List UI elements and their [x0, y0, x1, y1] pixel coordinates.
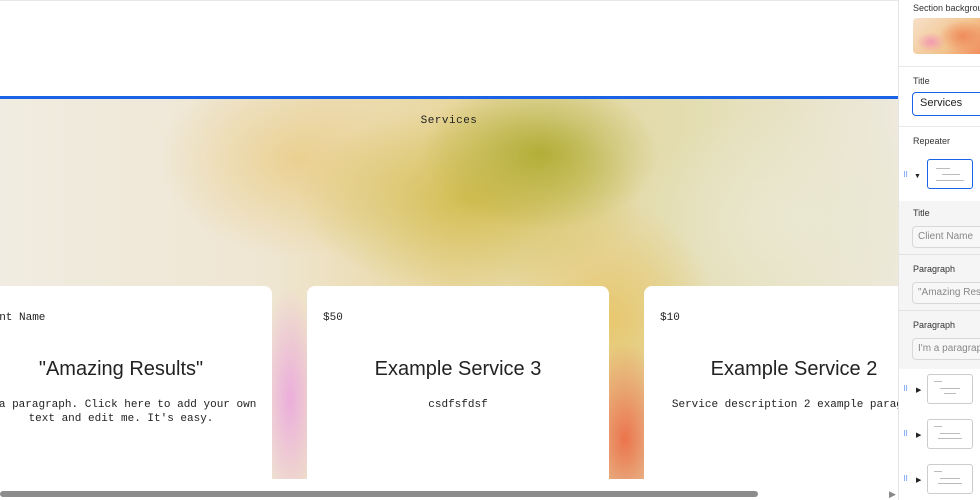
paragraph-input[interactable]: "Amazing Resu — [912, 282, 980, 304]
card-title[interactable]: Example Service 2 — [644, 358, 898, 381]
repeater-label: Repeater — [913, 136, 951, 146]
previous-section[interactable] — [0, 0, 898, 98]
scroll-right-arrow-icon[interactable]: ▶ — [889, 489, 896, 500]
repeater-item-thumbnail[interactable] — [927, 374, 973, 404]
editor-canvas[interactable]: Services ient Name "Amazing Results" m a… — [0, 0, 898, 500]
divider — [899, 310, 980, 311]
item-title-label: Title — [913, 208, 930, 218]
drag-handle-icon[interactable]: ⠿ — [903, 385, 908, 393]
paragraph-label: Paragraph — [913, 320, 956, 330]
drag-handle-icon[interactable]: ⠿ — [903, 171, 908, 179]
item-title-input[interactable]: Client Name — [912, 226, 980, 248]
card-price[interactable]: ient Name — [0, 312, 45, 324]
card-title[interactable]: "Amazing Results" — [0, 358, 272, 381]
caret-right-icon[interactable]: ▶ — [916, 476, 921, 484]
repeater-item-thumbnail[interactable] — [927, 419, 973, 449]
services-section[interactable]: Services ient Name "Amazing Results" m a… — [0, 99, 898, 479]
caret-right-icon[interactable]: ▶ — [916, 386, 921, 394]
divider — [899, 254, 980, 255]
repeater-item-editor: Title Client Name Paragraph "Amazing Res… — [899, 201, 980, 369]
service-card[interactable]: $10 Example Service 2 Service descriptio… — [644, 286, 898, 479]
repeater-item-thumbnail[interactable] — [927, 464, 973, 494]
drag-handle-icon[interactable]: ⠿ — [903, 430, 908, 438]
caret-right-icon[interactable]: ▶ — [916, 431, 921, 439]
title-input[interactable]: Services — [912, 92, 980, 116]
service-card[interactable]: ient Name "Amazing Results" m a paragrap… — [0, 286, 272, 479]
drag-handle-icon[interactable]: ⠿ — [903, 475, 908, 483]
title-label: Title — [913, 76, 930, 86]
card-description[interactable]: csdfsfdsf — [307, 398, 609, 412]
card-description[interactable]: m a paragraph. Click here to add your ow… — [0, 398, 272, 426]
paragraph-label: Paragraph — [913, 264, 956, 274]
paragraph-input[interactable]: I'm a paragrap — [912, 338, 980, 360]
settings-panel: Section backgroun Title Services Repeate… — [898, 0, 980, 500]
card-price[interactable]: $50 — [323, 312, 343, 324]
section-title[interactable]: Services — [0, 115, 898, 127]
caret-down-icon[interactable]: ▼ — [914, 173, 921, 180]
section-background-thumbnail[interactable] — [913, 18, 980, 54]
section-background-label: Section backgroun — [913, 3, 980, 13]
horizontal-scrollbar-thumb[interactable] — [0, 491, 758, 497]
card-title[interactable]: Example Service 3 — [307, 358, 609, 381]
divider — [899, 126, 980, 127]
card-description[interactable]: Service description 2 example paragra — [644, 398, 898, 412]
service-card[interactable]: $50 Example Service 3 csdfsfdsf — [307, 286, 609, 479]
repeater-item-thumbnail[interactable] — [927, 159, 973, 189]
card-price[interactable]: $10 — [660, 312, 680, 324]
divider — [899, 66, 980, 67]
